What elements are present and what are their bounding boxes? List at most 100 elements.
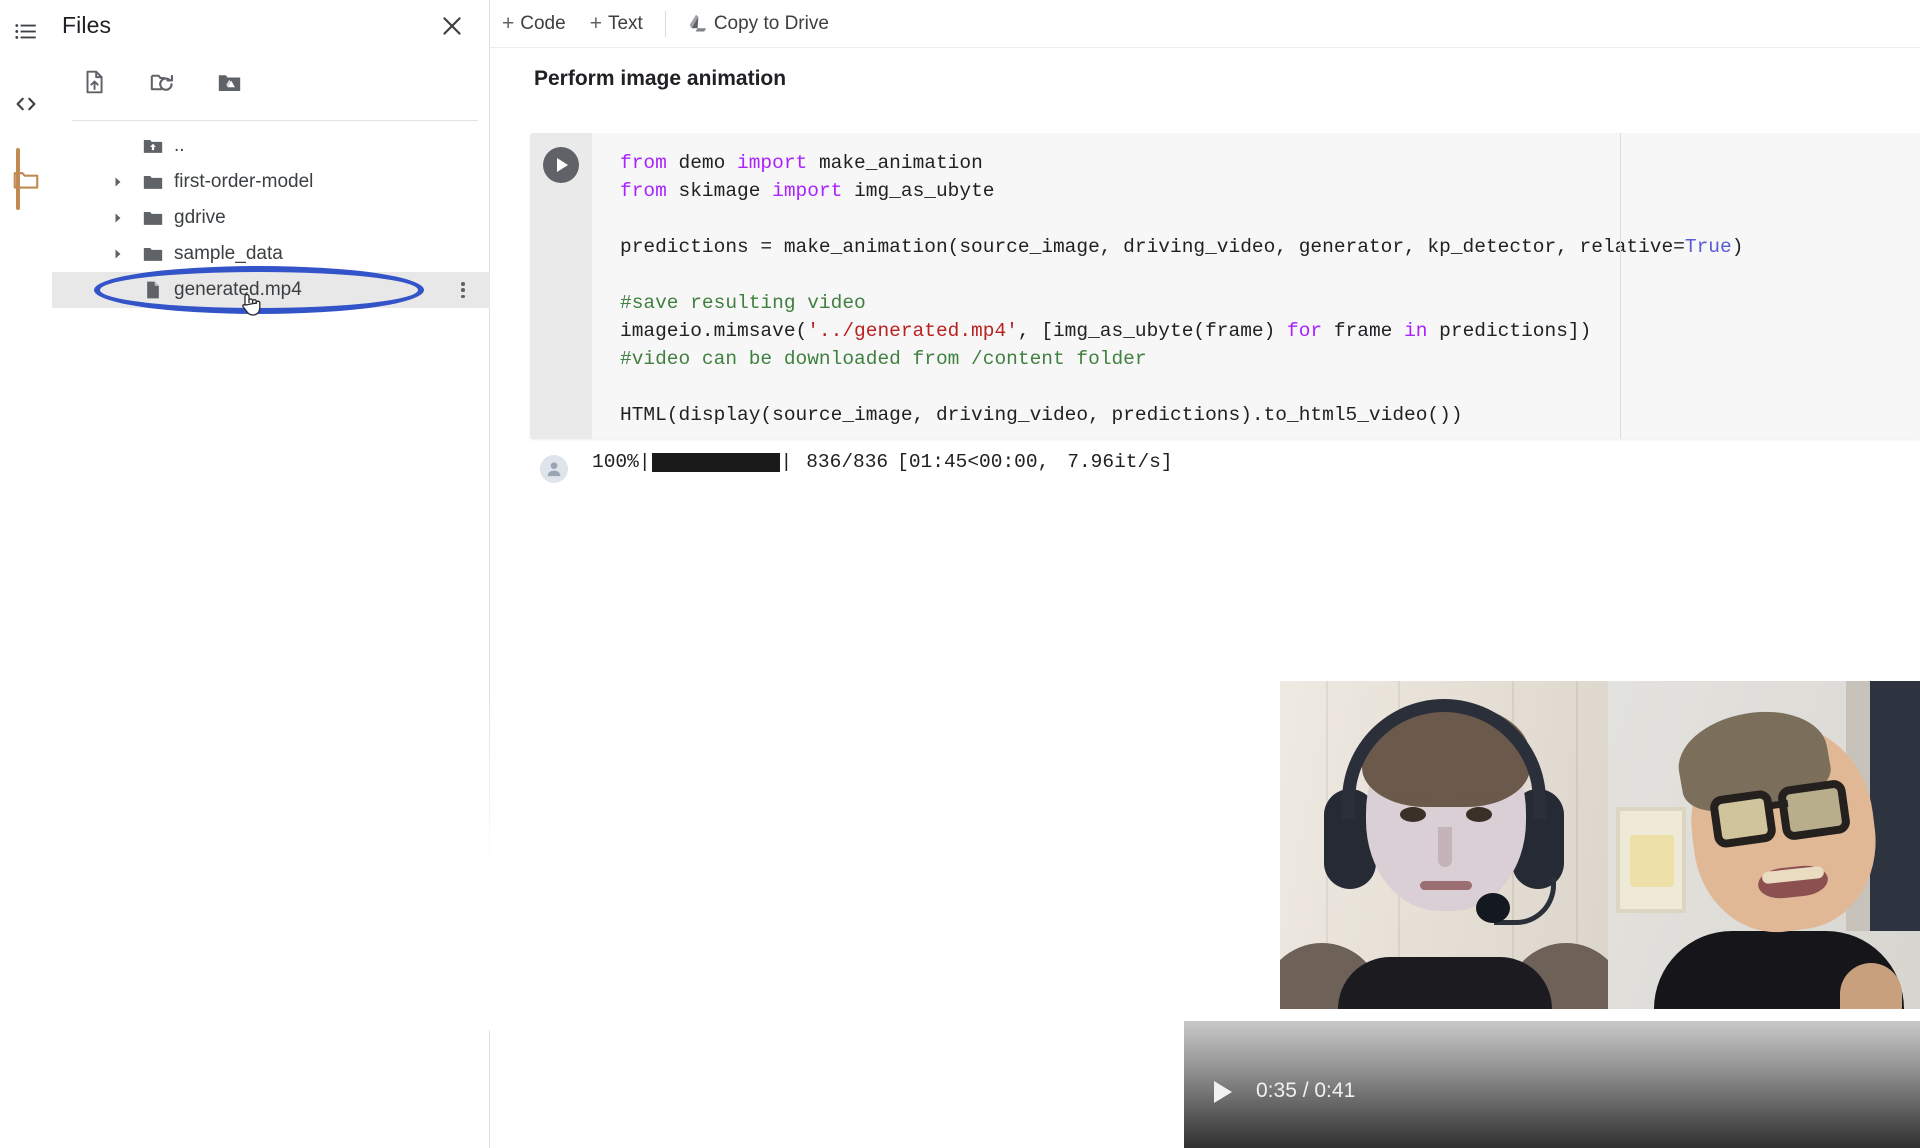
code-token: import — [737, 152, 819, 174]
file-row-label: first-order-model — [174, 171, 314, 192]
upload-icon[interactable] — [72, 60, 116, 104]
run-cell-button[interactable] — [543, 147, 579, 183]
progress-bar — [651, 452, 780, 472]
file-row-label: .. — [174, 135, 185, 156]
cell-gutter — [530, 133, 592, 439]
colab-window: Files .. first-order-model gdrive sample… — [0, 0, 1920, 1148]
plus-icon: + — [502, 12, 515, 35]
page-title: Perform image animation — [534, 67, 787, 90]
notebook-body: Perform image animation from demo import… — [490, 49, 1920, 1148]
progress-output: 100% | | 836/836 [01:45<00:00, 7.96it/s] — [592, 451, 1173, 473]
code-token: predictions = make_animation(source_imag… — [620, 236, 1685, 258]
code-token: predictions]) — [1439, 320, 1592, 342]
code-token: skimage — [678, 180, 773, 202]
video-time-display: 0:35 / 0:41 — [1256, 1079, 1356, 1102]
code-token: frame — [1333, 320, 1405, 342]
add-code-button[interactable]: + Code — [490, 7, 578, 41]
add-text-button[interactable]: + Text — [578, 7, 655, 41]
expand-arrow-icon[interactable] — [110, 210, 126, 226]
cell-output: 100% | | 836/836 [01:45<00:00, 7.96it/s] — [530, 441, 1920, 1148]
code-line: predictions = make_animation(source_imag… — [620, 233, 1920, 261]
driving-video-frame — [1608, 681, 1920, 1009]
progress-elapsed: [01:45<00:00, — [897, 451, 1050, 473]
code-token: make_animation — [818, 152, 983, 174]
file-row[interactable]: .. — [52, 128, 490, 164]
files-panel-header: Files — [52, 0, 490, 48]
file-row-label: generated.mp4 — [174, 279, 302, 300]
code-line: from skimage import img_as_ubyte — [620, 177, 1920, 205]
notebook-toolbar: + Code + Text Copy to Drive — [490, 0, 1920, 48]
progress-bar-right-pipe: | — [780, 451, 793, 473]
file-row[interactable]: first-order-model — [52, 164, 490, 200]
code-editor[interactable]: from demo import make_animation from skim… — [592, 133, 1920, 439]
code-token: imageio.mimsave( — [620, 320, 808, 342]
toolbar-divider — [664, 10, 666, 37]
play-button[interactable] — [1214, 1081, 1232, 1103]
code-token: #video can be downloaded from /content f… — [620, 348, 1147, 370]
code-line: #video can be downloaded from /content f… — [620, 345, 1920, 373]
code-token: from — [620, 152, 679, 174]
code-line: HTML(display(source_image, driving_video… — [620, 401, 1920, 429]
add-code-label: Code — [520, 12, 566, 34]
code-token: import — [772, 180, 855, 202]
folder-icon — [142, 243, 164, 265]
progress-counter: 836/836 — [806, 451, 889, 473]
file-tree: .. first-order-model gdrive sample_datagene… — [52, 128, 490, 308]
drive-icon — [688, 14, 708, 34]
code-token: for — [1287, 320, 1334, 342]
files-panel: Files .. first-order-model gdrive sample… — [52, 0, 542, 1148]
file-icon — [142, 279, 164, 301]
code-token: demo — [678, 152, 738, 174]
folder-icon — [142, 207, 164, 229]
toc-icon[interactable] — [0, 6, 52, 58]
progress-bar-left-pipe: | — [638, 451, 651, 473]
files-divider — [72, 120, 478, 121]
folder-icon — [142, 171, 164, 193]
code-snippets-icon[interactable] — [0, 78, 52, 130]
expand-arrow-icon[interactable] — [110, 174, 126, 190]
code-line: from demo import make_animation — [620, 149, 1920, 177]
file-row-label: gdrive — [174, 207, 226, 228]
code-token: HTML(display(source_image, driving_video… — [620, 404, 1463, 426]
video-frames — [1280, 681, 1920, 1009]
avatar — [540, 455, 568, 483]
file-row[interactable]: generated.mp4 — [52, 272, 490, 308]
code-token: , [img_as_ubyte(frame) — [1017, 320, 1288, 342]
progress-rate: 7.96it/s] — [1067, 451, 1173, 473]
code-token: img_as_ubyte — [854, 180, 995, 202]
files-icon[interactable] — [0, 154, 52, 206]
mount-drive-icon[interactable] — [207, 60, 251, 104]
copy-to-drive-button[interactable]: Copy to Drive — [676, 7, 841, 41]
copy-to-drive-label: Copy to Drive — [713, 12, 829, 34]
code-token: in — [1404, 320, 1440, 342]
file-row-label: sample_data — [174, 243, 283, 264]
video-output: 0:35 / 0:41 — [1120, 681, 1920, 1148]
code-token: #save resulting video — [620, 292, 866, 314]
parent-folder-icon — [142, 135, 164, 157]
column-ruler — [1620, 133, 1621, 439]
code-token: from — [620, 180, 679, 202]
progress-percent: 100% — [592, 451, 639, 473]
code-token: ) — [1731, 236, 1744, 258]
code-cell[interactable]: from demo import make_animation from skim… — [530, 133, 1920, 439]
add-text-label: Text — [607, 12, 643, 34]
refresh-icon[interactable] — [140, 60, 184, 104]
notebook-area: + Code + Text Copy to Drive Perform imag… — [490, 0, 1920, 1148]
plus-icon: + — [589, 12, 602, 35]
row-more-options-icon[interactable] — [454, 280, 472, 300]
file-row[interactable]: gdrive — [52, 200, 490, 236]
expand-arrow-icon[interactable] — [110, 246, 126, 262]
file-row[interactable]: sample_data — [52, 236, 490, 272]
sidebar-fade — [52, 690, 542, 1030]
files-toolbar — [52, 60, 490, 112]
source-image-frame — [1280, 681, 1608, 1009]
files-panel-title: Files — [62, 12, 112, 38]
code-line: imageio.mimsave('../generated.mp4', [img… — [620, 317, 1920, 345]
close-icon[interactable] — [436, 10, 468, 42]
code-token: True — [1684, 236, 1732, 258]
code-line: #save resulting video — [620, 289, 1920, 317]
video-player-controls: 0:35 / 0:41 — [1184, 1021, 1920, 1148]
